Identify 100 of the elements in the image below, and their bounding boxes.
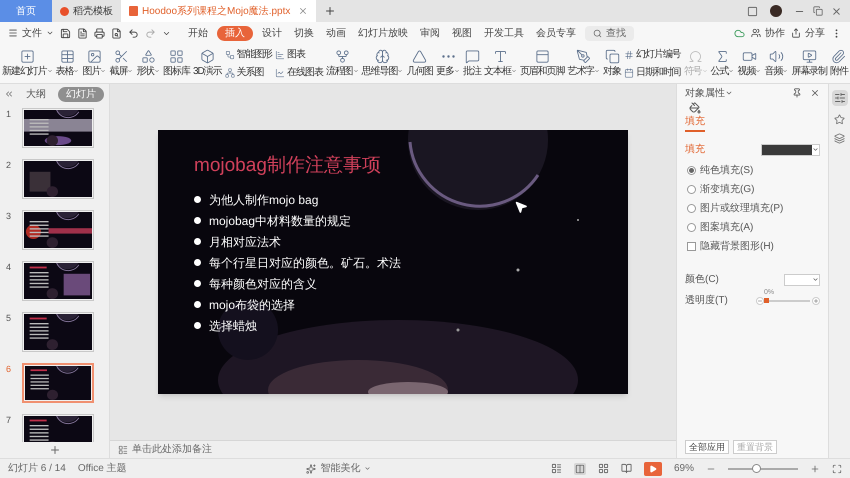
checkbox[interactable] xyxy=(687,242,696,251)
ribbon-button[interactable]: 关系图 xyxy=(224,65,272,80)
ribbon-button[interactable]: 在线图表 xyxy=(275,65,323,80)
print-icon[interactable] xyxy=(94,28,105,38)
ribbon-button[interactable]: 图标库 xyxy=(163,48,190,78)
close-icon[interactable] xyxy=(298,6,308,16)
caret-icon xyxy=(812,146,819,153)
fill-color-dropdown[interactable] xyxy=(761,144,820,156)
document-icon[interactable] xyxy=(77,28,88,38)
ribbon-button[interactable]: 更多 xyxy=(436,48,460,78)
radio-button[interactable] xyxy=(687,204,696,213)
ribbon-button[interactable]: 艺术字 xyxy=(567,48,600,78)
window-count-icon[interactable] xyxy=(747,6,758,16)
ribbon-button[interactable]: 流程图 xyxy=(326,48,359,78)
undo-icon[interactable] xyxy=(128,28,139,38)
menu-tab[interactable]: 会员专享 xyxy=(533,26,579,40)
save-icon[interactable] xyxy=(60,28,71,38)
ribbon-button[interactable]: 幻灯片编号 xyxy=(624,47,681,62)
ribbon-button[interactable]: 对象 xyxy=(603,48,622,78)
calendar-icon xyxy=(624,68,634,78)
close-icon[interactable] xyxy=(831,6,842,16)
slide-thumbnail[interactable] xyxy=(22,261,94,301)
file-menu[interactable]: 文件 xyxy=(8,26,54,40)
grid-view-icon[interactable] xyxy=(598,463,609,474)
close-icon[interactable] xyxy=(810,88,820,98)
menu-tab[interactable]: 幻灯片放映 xyxy=(355,26,411,40)
ribbon-button[interactable]: 音频 xyxy=(764,48,788,78)
menu-tab[interactable]: 开始 xyxy=(185,26,211,40)
star-icon[interactable] xyxy=(834,114,845,125)
panel-title[interactable]: 对象属性 xyxy=(685,86,725,100)
ribbon-button[interactable]: 3D演示 xyxy=(193,48,222,78)
ribbon-button[interactable]: 文本框 xyxy=(484,48,517,78)
collaborate-button[interactable]: 协作 xyxy=(751,26,785,40)
color-dropdown[interactable] xyxy=(784,274,820,286)
caret-icon[interactable] xyxy=(725,89,733,97)
radio-button[interactable] xyxy=(687,185,696,194)
slider-thumb[interactable] xyxy=(764,298,769,302)
line-chart-icon xyxy=(275,68,286,78)
slide-thumbnail[interactable] xyxy=(22,414,94,442)
print-preview-icon[interactable] xyxy=(111,28,122,38)
ribbon-button[interactable]: 视频 xyxy=(738,48,762,78)
add-slide-icon[interactable] xyxy=(48,444,60,456)
workflow-icon xyxy=(224,50,235,60)
notes-placeholder[interactable]: 单击此处添加备注 xyxy=(132,442,212,457)
ribbon-button[interactable]: 新建幻灯片 xyxy=(2,48,53,78)
reading-view-icon[interactable] xyxy=(621,463,632,474)
ribbon-button[interactable]: 批注 xyxy=(463,48,481,78)
ribbon-button[interactable]: 附件 xyxy=(830,48,848,78)
menu-tab[interactable]: 设计 xyxy=(259,26,285,40)
avatar[interactable] xyxy=(770,5,782,17)
ribbon-button[interactable]: 智能图形 xyxy=(224,47,272,62)
radio-button[interactable] xyxy=(687,166,696,175)
slide-thumbnail[interactable] xyxy=(22,312,94,352)
zoom-slider-thumb[interactable] xyxy=(752,464,762,472)
ribbon-button[interactable]: 屏幕录制 xyxy=(791,48,827,78)
new-tab-icon[interactable] xyxy=(324,5,336,17)
layers-icon[interactable] xyxy=(834,133,845,144)
properties-icon[interactable] xyxy=(832,90,848,106)
cloud-icon[interactable] xyxy=(734,28,745,38)
ribbon-button[interactable]: 思维导图 xyxy=(362,48,404,78)
zoom-in-icon[interactable] xyxy=(810,464,820,474)
fit-window-icon[interactable] xyxy=(832,464,842,474)
menu-tab[interactable]: 切换 xyxy=(291,26,317,40)
search-field[interactable]: 查找 xyxy=(585,26,634,40)
ribbon-button[interactable]: 图表 xyxy=(275,47,323,62)
document-tab[interactable]: Hoodoo系列课程之Mojo魔法.pptx xyxy=(121,0,316,22)
radio-button[interactable] xyxy=(687,223,696,232)
share-button[interactable]: 分享 xyxy=(791,26,825,40)
slide-thumbnail[interactable] xyxy=(22,159,94,199)
panel-button[interactable]: 全部应用 xyxy=(685,440,729,454)
radio-label: 纯色填充(S) xyxy=(700,164,754,178)
panel-tab[interactable]: 大纲 xyxy=(22,86,50,102)
notes-toggle-icon[interactable] xyxy=(551,463,562,474)
ribbon-button[interactable]: 表格 xyxy=(56,48,80,78)
ribbon-button[interactable]: 图片 xyxy=(82,48,106,78)
beautify-button[interactable]: 智能美化 xyxy=(306,461,372,476)
pin-icon[interactable] xyxy=(792,88,802,98)
fork-icon xyxy=(334,48,350,64)
menu-tab[interactable]: 视图 xyxy=(449,26,475,40)
scissors-icon xyxy=(114,48,129,64)
ribbon-button[interactable]: 形状 xyxy=(136,48,160,78)
menu-tab[interactable]: 开发工具 xyxy=(481,26,527,40)
play-button[interactable] xyxy=(644,462,662,476)
slide-thumbnail[interactable] xyxy=(22,108,94,148)
restore-icon[interactable] xyxy=(813,6,823,16)
menu-tab[interactable]: 审阅 xyxy=(417,26,443,40)
ribbon-button[interactable]: 公式 xyxy=(710,48,734,78)
ribbon-button[interactable]: 截屏 xyxy=(109,48,134,78)
ribbon-button[interactable]: 页眉和页脚 xyxy=(520,48,564,78)
normal-view-icon[interactable] xyxy=(574,462,586,474)
menu-tab[interactable]: 动画 xyxy=(323,26,349,40)
slide-thumbnail[interactable] xyxy=(22,363,94,403)
ribbon-button[interactable]: 日期和时间 xyxy=(624,65,681,80)
bullet-text: 月相对应法术 xyxy=(209,234,281,250)
zoom-level[interactable]: 69% xyxy=(674,461,694,476)
slide-thumbnail[interactable] xyxy=(22,210,94,250)
ribbon-button[interactable]: 几何图 xyxy=(406,48,434,78)
box-icon xyxy=(200,48,215,64)
play-icon xyxy=(649,464,657,472)
collapse-icon[interactable] xyxy=(4,89,14,99)
